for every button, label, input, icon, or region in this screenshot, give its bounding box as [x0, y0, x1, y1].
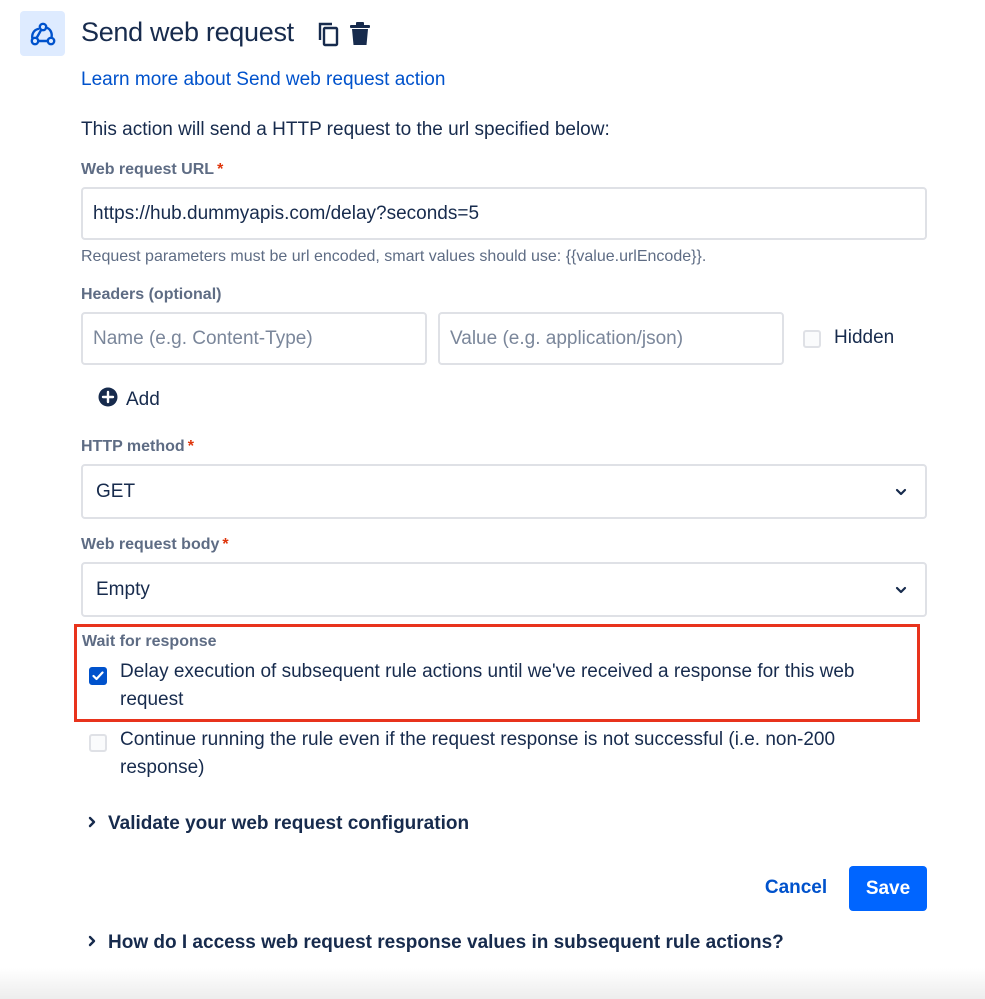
chevron-down-icon — [893, 582, 909, 598]
url-label-text: Web request URL — [81, 161, 215, 178]
url-help-text: Request parameters must be url encoded, … — [81, 248, 707, 265]
http-method-value: GET — [96, 480, 136, 502]
hidden-checkbox[interactable] — [803, 330, 821, 348]
delay-execution-label: Delay execution of subsequent rule actio… — [120, 661, 855, 710]
chevron-down-icon — [893, 484, 909, 500]
body-value: Empty — [96, 578, 150, 600]
webhook-icon — [20, 11, 65, 56]
plus-circle-icon — [98, 387, 118, 413]
continue-running-label: Continue running the rule even if the re… — [120, 729, 836, 778]
chevron-right-icon — [86, 932, 98, 954]
save-button[interactable]: Save — [849, 866, 927, 911]
chevron-right-icon — [86, 813, 98, 835]
required-marker: * — [187, 438, 194, 455]
add-header-button[interactable]: Add — [98, 387, 160, 413]
url-input[interactable] — [81, 187, 927, 240]
validate-config-label: Validate your web request configuration — [108, 813, 470, 834]
response-values-label: How do I access web request response val… — [108, 932, 784, 953]
cancel-button[interactable]: Cancel — [752, 866, 840, 910]
header-name-input[interactable] — [81, 312, 427, 365]
wait-for-response-label: Wait for response — [82, 633, 217, 650]
delay-execution-checkbox[interactable] — [89, 667, 107, 685]
bottom-edge — [0, 968, 985, 999]
checkmark-icon — [92, 671, 104, 681]
body-label-text: Web request body — [81, 536, 220, 553]
trash-icon[interactable] — [348, 21, 372, 47]
http-method-label: HTTP method * — [81, 438, 194, 456]
learn-more-link[interactable]: Learn more about Send web request action — [81, 69, 445, 91]
copy-icon[interactable] — [316, 21, 340, 47]
required-marker: * — [217, 161, 224, 178]
continue-running-checkbox[interactable] — [89, 734, 107, 752]
required-marker: * — [222, 536, 229, 553]
add-label: Add — [126, 389, 160, 410]
header-value-input[interactable] — [438, 312, 784, 365]
validate-config-expander[interactable]: Validate your web request configuration — [86, 813, 469, 835]
http-method-select[interactable]: GET — [81, 464, 927, 519]
page-title: Send web request — [81, 17, 294, 47]
body-select[interactable]: Empty — [81, 562, 927, 617]
action-description: This action will send a HTTP request to … — [81, 119, 610, 140]
hidden-label: Hidden — [834, 327, 895, 348]
body-label: Web request body * — [81, 536, 229, 554]
headers-label: Headers (optional) — [81, 286, 222, 303]
http-method-label-text: HTTP method — [81, 438, 185, 455]
url-label: Web request URL * — [81, 161, 223, 179]
response-values-expander[interactable]: How do I access web request response val… — [86, 932, 784, 954]
